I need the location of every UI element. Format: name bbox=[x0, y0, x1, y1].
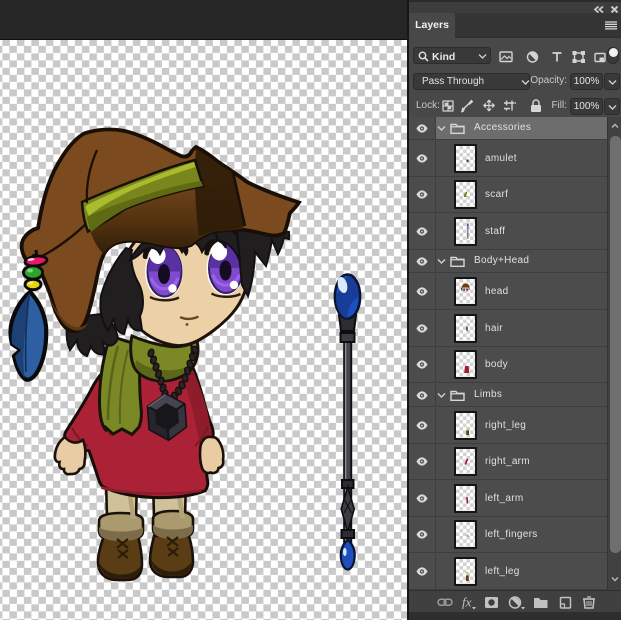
svg-text:fx: fx bbox=[462, 595, 472, 610]
